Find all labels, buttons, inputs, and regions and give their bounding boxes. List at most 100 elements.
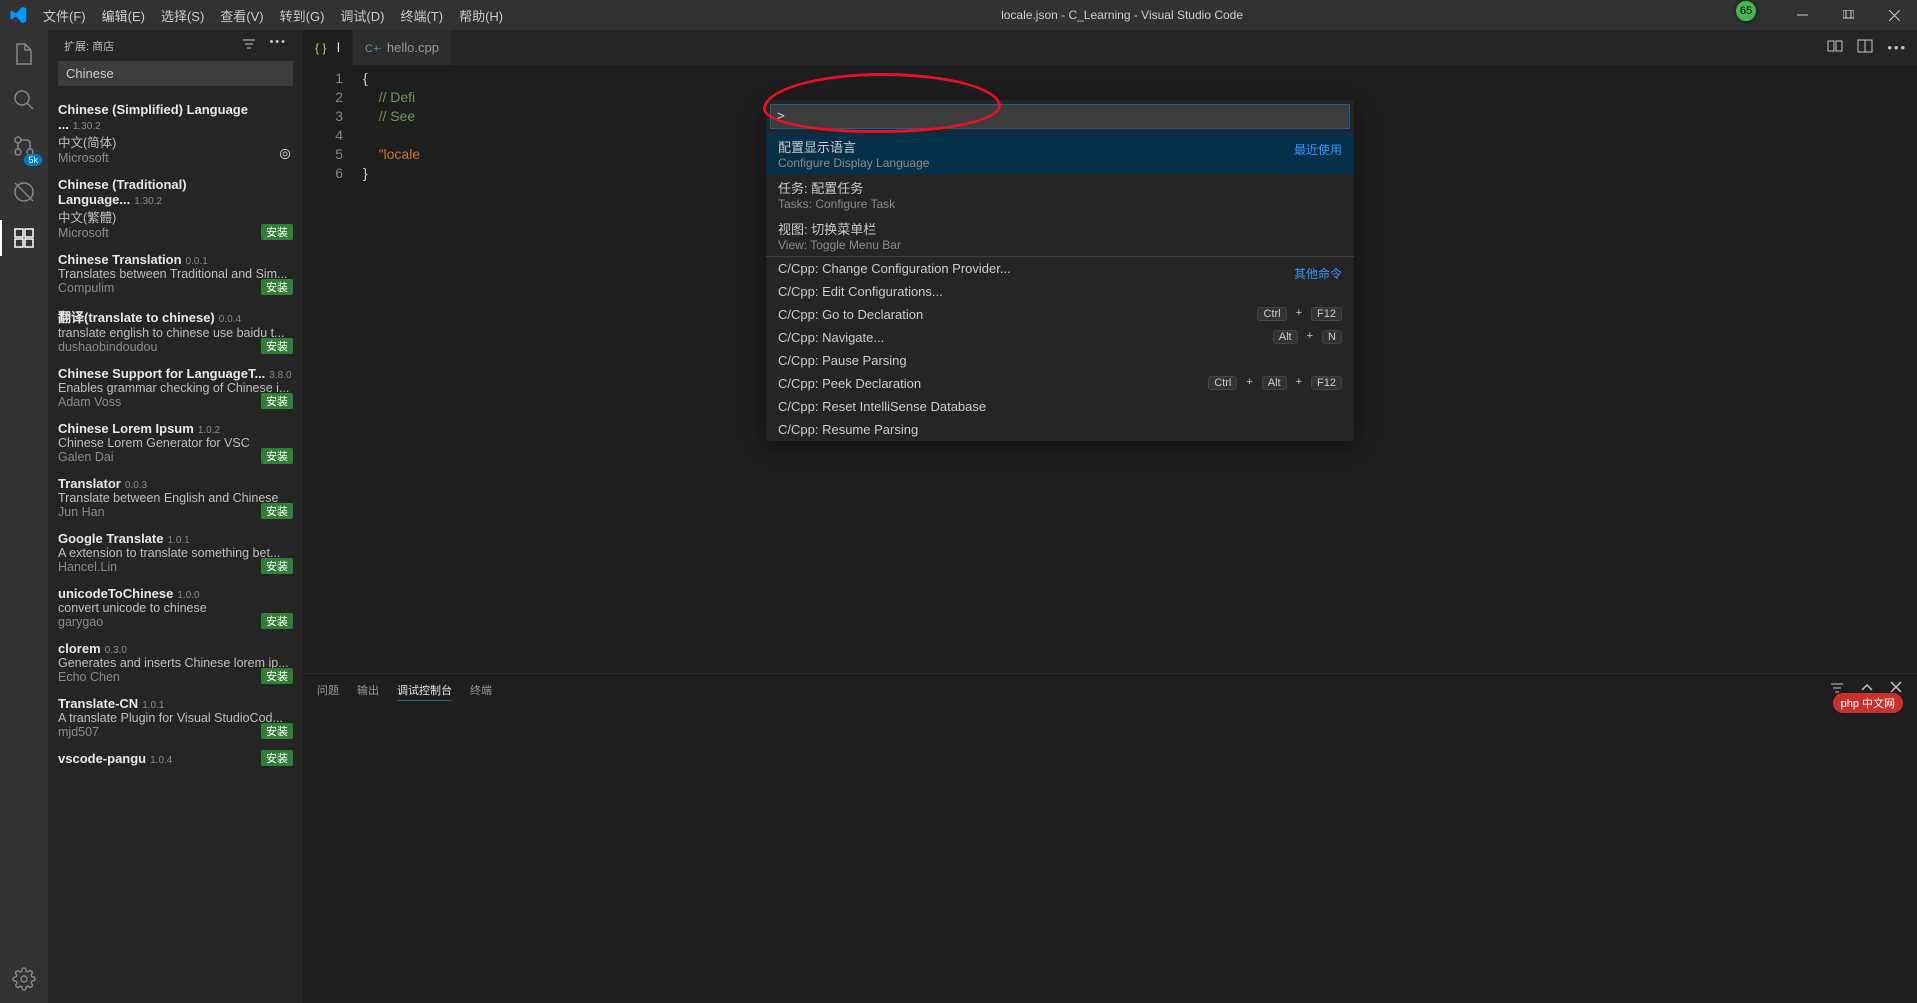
filter-icon[interactable] [241,36,257,55]
menu-item[interactable]: 文件(F) [35,2,94,29]
command-palette-list: 配置显示语言Configure Display Language最近使用任务: … [766,133,1354,441]
menu-item[interactable]: 编辑(E) [94,2,153,29]
keybinding: Alt+N [1273,330,1342,344]
panel-tab[interactable]: 终端 [470,680,492,701]
install-button[interactable]: 安装 [261,668,293,684]
command-item[interactable]: C/Cpp: Change Configuration Provider...其… [766,256,1354,280]
extension-item[interactable]: Chinese (Traditional) Language...1.30.2 … [48,171,303,246]
extension-author: garygao [58,615,293,629]
vscode-logo-icon [0,6,35,24]
gear-icon[interactable] [277,146,293,165]
menu-item[interactable]: 选择(S) [153,2,212,29]
extension-version: 0.0.4 [219,314,241,325]
install-button[interactable]: 安装 [261,723,293,739]
panel-tab[interactable]: 输出 [357,680,379,701]
cpp-icon: C++ [365,40,381,56]
panel-tab[interactable]: 调试控制台 [397,680,452,701]
extension-author: Microsoft [58,151,293,165]
install-button[interactable]: 安装 [261,393,293,409]
extension-version: 3.8.0 [269,370,291,381]
explorer-icon[interactable] [10,40,38,68]
install-button[interactable]: 安装 [261,448,293,464]
install-button[interactable]: 安装 [261,558,293,574]
extension-item[interactable]: 翻译(translate to chinese)0.0.4 translate … [48,301,303,360]
command-palette: 配置显示语言Configure Display Language最近使用任务: … [766,100,1354,441]
install-button[interactable]: 安装 [261,279,293,295]
command-palette-input[interactable] [770,104,1350,129]
command-item[interactable]: C/Cpp: Navigate...Alt+N [766,326,1354,349]
tab-label: hello.cpp [387,40,439,55]
editor-tabs: { }l C++ hello.cpp ••• [303,30,1917,65]
extension-list[interactable]: Chinese (Simplified) Language ...1.30.2 … [48,96,303,1003]
command-item[interactable]: C/Cpp: Edit Configurations... [766,280,1354,303]
extension-item[interactable]: Google Translate1.0.1 A extension to tra… [48,525,303,580]
extension-author: Echo Chen [58,670,293,684]
command-item[interactable]: C/Cpp: Reset IntelliSense Database [766,395,1354,418]
command-item[interactable]: C/Cpp: Resume Parsing [766,418,1354,441]
close-button[interactable] [1871,0,1917,30]
extension-name: Translator [58,476,121,491]
code-editor[interactable]: 123456 { // Defi // See es. "locale} 配置显… [303,65,1917,673]
maximize-button[interactable] [1825,0,1871,30]
source-control-icon[interactable]: 5k [10,132,38,160]
extension-author: Galen Dai [58,450,293,464]
window-title: locale.json - C_Learning - Visual Studio… [511,8,1733,22]
extension-version: 1.30.2 [134,196,162,207]
activity-bar: 5k [0,30,48,1003]
extension-version: 1.0.1 [167,535,189,546]
recent-label: 最近使用 [1294,141,1342,158]
command-item[interactable]: 配置显示语言Configure Display Language最近使用 [766,133,1354,174]
extension-item[interactable]: Translate-CN1.0.1 A translate Plugin for… [48,690,303,745]
search-icon[interactable] [10,86,38,114]
editor-tab[interactable]: C++ hello.cpp [353,30,452,65]
extension-desc: A translate Plugin for Visual StudioCod.… [58,711,293,725]
extension-name: 翻译(translate to chinese) [58,310,215,325]
settings-gear-icon[interactable] [10,965,38,993]
command-sublabel: Tasks: Configure Task [778,197,1342,211]
editor-tab[interactable]: { }l [303,30,353,65]
menu-item[interactable]: 调试(D) [332,2,392,29]
extension-name: unicodeToChinese [58,586,173,601]
command-item[interactable]: C/Cpp: Peek DeclarationCtrl+Alt+F12 [766,372,1354,395]
panel-tab[interactable]: 问题 [317,680,339,701]
install-button[interactable]: 安装 [261,338,293,354]
extension-item[interactable]: Translator0.0.3 Translate between Englis… [48,470,303,525]
extension-item[interactable]: Chinese Lorem Ipsum1.0.2 Chinese Lorem G… [48,415,303,470]
extension-desc: 中文(繁體) [58,207,293,226]
command-item[interactable]: 视图: 切换菜单栏View: Toggle Menu Bar [766,215,1354,256]
extension-item[interactable]: vscode-pangu1.0.4 安装 [48,745,303,772]
minimize-button[interactable] [1779,0,1825,30]
keybinding: Ctrl+Alt+F12 [1208,376,1342,390]
more-actions-icon[interactable]: ••• [1887,40,1907,55]
command-label: C/Cpp: Resume Parsing [778,422,1342,437]
install-button[interactable]: 安装 [261,224,293,240]
extension-item[interactable]: Chinese (Simplified) Language ...1.30.2 … [48,96,303,171]
extensions-icon[interactable] [10,224,38,252]
extension-desc: Chinese Lorem Generator for VSC [58,436,293,450]
extension-item[interactable]: clorem0.3.0 Generates and inserts Chines… [48,635,303,690]
menu-item[interactable]: 查看(V) [212,2,271,29]
extension-item[interactable]: Chinese Support for LanguageT...3.8.0 En… [48,360,303,415]
extension-search-input[interactable] [58,61,293,86]
extension-desc: Translates between Traditional and Sim..… [58,267,293,281]
menu-item[interactable]: 转到(G) [272,2,333,29]
extension-author: Hancel.Lin [58,560,293,574]
command-item[interactable]: 任务: 配置任务Tasks: Configure Task [766,174,1354,215]
debug-icon[interactable] [10,178,38,206]
menu-item[interactable]: 帮助(H) [451,2,511,29]
extension-item[interactable]: Chinese Translation0.0.1 Translates betw… [48,246,303,301]
install-button[interactable]: 安装 [261,613,293,629]
extension-item[interactable]: unicodeToChinese1.0.0 convert unicode to… [48,580,303,635]
extension-author: Adam Voss [58,395,293,409]
extension-name: Chinese (Traditional) Language... [58,177,187,207]
install-button[interactable]: 安装 [261,503,293,519]
command-item[interactable]: C/Cpp: Pause Parsing [766,349,1354,372]
command-item[interactable]: C/Cpp: Go to DeclarationCtrl+F12 [766,303,1354,326]
more-icon[interactable]: ••• [269,36,287,55]
install-button[interactable]: 安装 [261,750,293,766]
menu-item[interactable]: 终端(T) [392,2,451,29]
extension-author: Microsoft [58,226,293,240]
line-gutter: 123456 [303,65,363,673]
compare-icon[interactable] [1827,38,1843,57]
split-icon[interactable] [1857,38,1873,57]
